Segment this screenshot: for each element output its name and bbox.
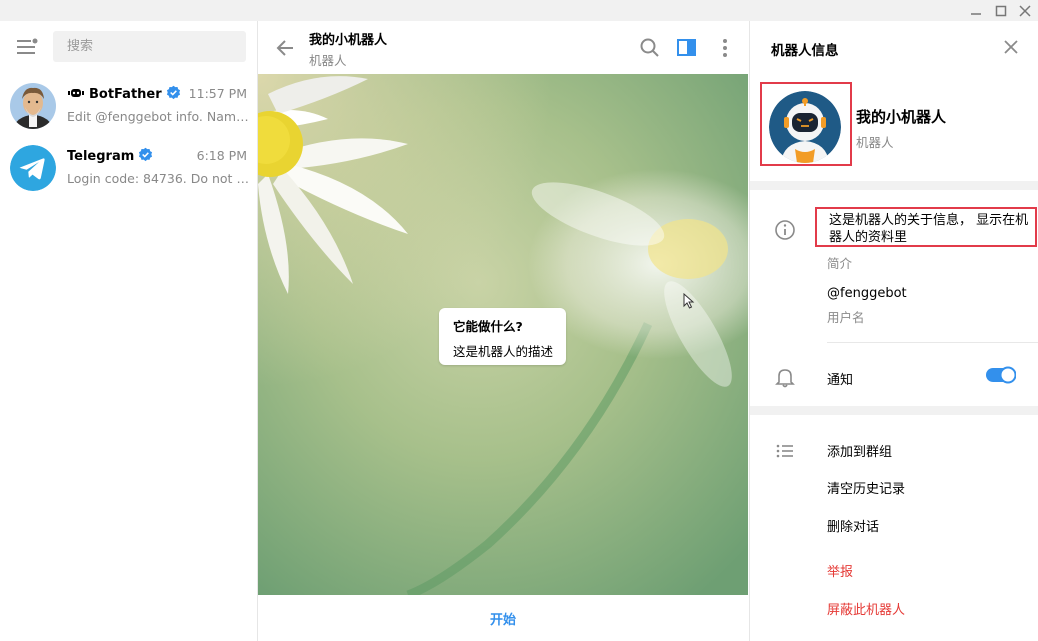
about-text: 这是机器人的关于信息， 显示在机器人的资料里 [829, 213, 1029, 245]
search-box[interactable] [53, 31, 246, 62]
chat-time: 11:57 PM [188, 86, 247, 101]
chat-name-text: Telegram [67, 149, 135, 164]
profile-avatar-highlight [760, 82, 852, 166]
back-arrow-icon[interactable] [274, 37, 296, 59]
profile-subtitle: 机器人 [856, 135, 894, 150]
panel-title: 机器人信息 [771, 43, 839, 59]
close-window-icon[interactable] [1016, 2, 1034, 19]
bell-icon [774, 366, 796, 388]
username-label: 用户名 [827, 310, 865, 325]
section-separator [750, 406, 1038, 415]
more-vertical-icon[interactable] [714, 37, 736, 59]
chat-list-panel: BotFather 11:57 PM Edit @fenggebot info.… [0, 21, 258, 641]
chat-name: Telegram [67, 147, 153, 166]
start-button[interactable]: 开始 [490, 609, 516, 628]
divider [827, 342, 1038, 343]
minimize-icon[interactable] [967, 2, 985, 19]
window-titlebar [0, 0, 1038, 21]
chat-name-text: BotFather [89, 87, 162, 102]
close-icon[interactable] [1002, 38, 1020, 56]
search-icon[interactable] [639, 37, 661, 59]
profile-name: 我的小机器人 [856, 108, 947, 126]
notify-toggle[interactable] [986, 366, 1017, 384]
intro-description: 这是机器人的描述 [453, 344, 554, 359]
chat-name: BotFather [67, 85, 181, 104]
about-label: 简介 [827, 256, 853, 271]
bot-info-panel: 机器人信息 我的小机器人 机器人 这是机器人的关于信息， 显示在机器人的资料里 … [749, 21, 1038, 641]
chat-item-botfather[interactable]: BotFather 11:57 PM Edit @fenggebot info.… [0, 76, 257, 136]
clear-history-button[interactable]: 清空历史记录 [827, 478, 905, 497]
chat-preview: Login code: 84736. Do not gi... [67, 171, 249, 186]
avatar [10, 83, 56, 129]
maximize-icon[interactable] [992, 2, 1010, 19]
search-input[interactable] [53, 31, 237, 62]
bot-intro-card: 它能做什么? 这是机器人的描述 [439, 308, 566, 365]
telegram-logo-icon [10, 145, 56, 191]
chat-subtitle: 机器人 [309, 53, 347, 68]
about-highlight: 这是机器人的关于信息， 显示在机器人的资料里 [815, 207, 1037, 247]
chat-time: 6:18 PM [196, 148, 247, 163]
side-panel-toggle-icon[interactable] [676, 37, 698, 59]
start-bar: 开始 [258, 595, 748, 641]
delete-chat-button[interactable]: 删除对话 [827, 516, 879, 535]
verified-icon [166, 85, 181, 104]
report-button[interactable]: 举报 [827, 561, 853, 580]
intro-title: 它能做什么? [453, 319, 523, 334]
info-icon [774, 219, 796, 241]
block-bot-button[interactable]: 屏蔽此机器人 [827, 599, 905, 618]
username-value[interactable]: @fenggebot [827, 286, 907, 301]
notify-label: 通知 [827, 373, 854, 388]
chat-view: 我的小机器人 机器人 它能做什么? 这是机器人的描述 开始 [258, 21, 748, 641]
chat-header: 我的小机器人 机器人 [258, 21, 748, 74]
chat-background: 它能做什么? 这是机器人的描述 [258, 74, 748, 595]
section-separator [750, 181, 1038, 190]
list-icon [774, 440, 796, 462]
mouse-cursor-icon [683, 292, 695, 313]
add-to-group-button[interactable]: 添加到群组 [827, 441, 892, 460]
verified-icon [138, 147, 153, 166]
chat-title[interactable]: 我的小机器人 [309, 29, 387, 48]
bot-icon [67, 87, 85, 103]
bot-avatar[interactable] [769, 91, 841, 163]
chat-item-telegram[interactable]: Telegram 6:18 PM Login code: 84736. Do n… [0, 138, 257, 198]
chat-preview: Edit @fenggebot info. Name... [67, 109, 249, 124]
menu-icon[interactable] [16, 38, 38, 56]
